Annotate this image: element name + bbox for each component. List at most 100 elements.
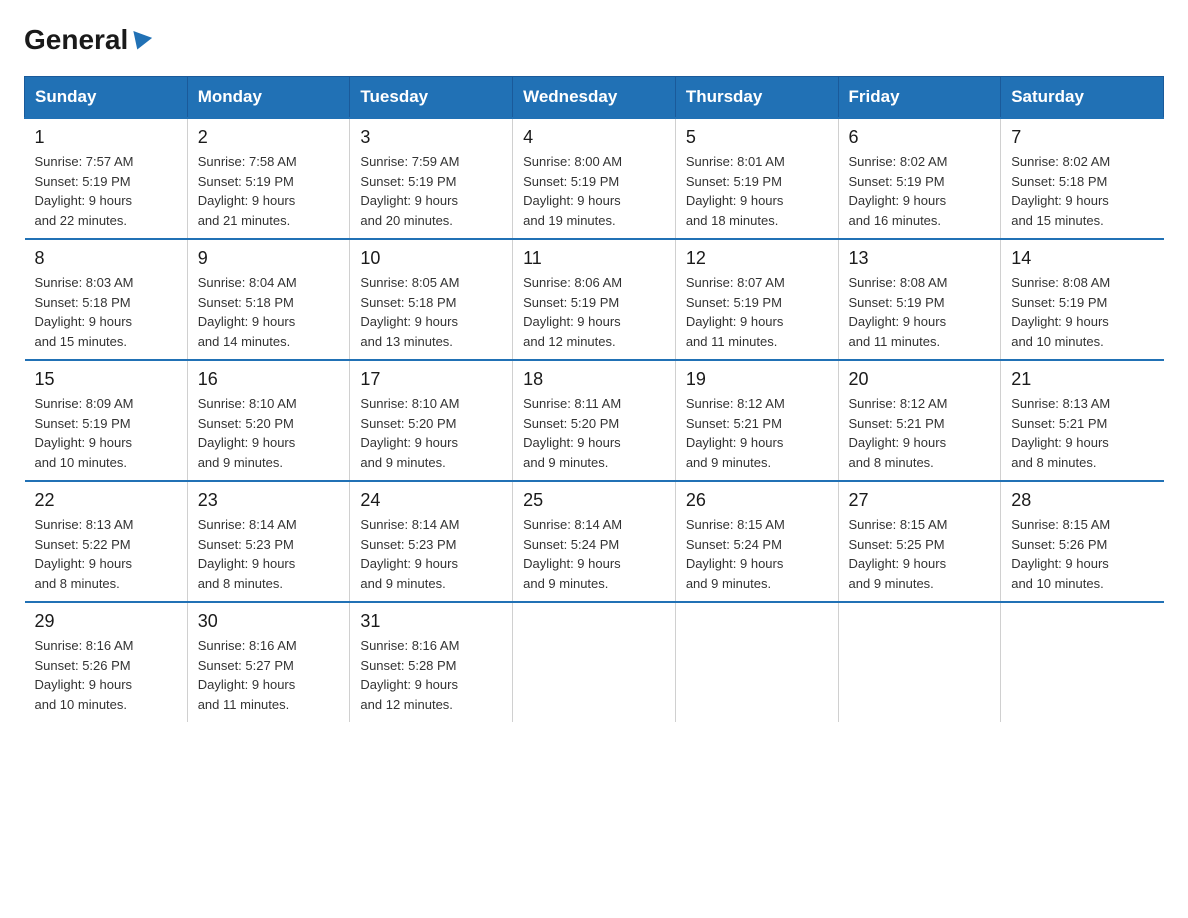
header-day-wednesday: Wednesday (513, 77, 676, 119)
calendar-week-row: 8 Sunrise: 8:03 AMSunset: 5:18 PMDayligh… (25, 239, 1164, 360)
calendar-cell: 16 Sunrise: 8:10 AMSunset: 5:20 PMDaylig… (187, 360, 350, 481)
day-info: Sunrise: 8:10 AMSunset: 5:20 PMDaylight:… (360, 396, 459, 470)
calendar-table: SundayMondayTuesdayWednesdayThursdayFrid… (24, 76, 1164, 722)
calendar-cell: 5 Sunrise: 8:01 AMSunset: 5:19 PMDayligh… (675, 118, 838, 239)
header-day-monday: Monday (187, 77, 350, 119)
day-number: 18 (523, 369, 665, 390)
day-info: Sunrise: 8:16 AMSunset: 5:26 PMDaylight:… (35, 638, 134, 712)
day-number: 2 (198, 127, 340, 148)
day-info: Sunrise: 7:59 AMSunset: 5:19 PMDaylight:… (360, 154, 459, 228)
day-number: 20 (849, 369, 991, 390)
calendar-cell: 18 Sunrise: 8:11 AMSunset: 5:20 PMDaylig… (513, 360, 676, 481)
calendar-cell: 6 Sunrise: 8:02 AMSunset: 5:19 PMDayligh… (838, 118, 1001, 239)
calendar-week-row: 15 Sunrise: 8:09 AMSunset: 5:19 PMDaylig… (25, 360, 1164, 481)
day-info: Sunrise: 8:14 AMSunset: 5:24 PMDaylight:… (523, 517, 622, 591)
calendar-cell: 10 Sunrise: 8:05 AMSunset: 5:18 PMDaylig… (350, 239, 513, 360)
header-day-thursday: Thursday (675, 77, 838, 119)
day-info: Sunrise: 8:16 AMSunset: 5:27 PMDaylight:… (198, 638, 297, 712)
day-info: Sunrise: 8:03 AMSunset: 5:18 PMDaylight:… (35, 275, 134, 349)
day-number: 28 (1011, 490, 1153, 511)
day-number: 19 (686, 369, 828, 390)
day-number: 10 (360, 248, 502, 269)
day-info: Sunrise: 8:11 AMSunset: 5:20 PMDaylight:… (523, 396, 621, 470)
calendar-cell: 22 Sunrise: 8:13 AMSunset: 5:22 PMDaylig… (25, 481, 188, 602)
day-number: 5 (686, 127, 828, 148)
day-number: 31 (360, 611, 502, 632)
day-info: Sunrise: 8:14 AMSunset: 5:23 PMDaylight:… (198, 517, 297, 591)
calendar-cell: 20 Sunrise: 8:12 AMSunset: 5:21 PMDaylig… (838, 360, 1001, 481)
day-info: Sunrise: 8:08 AMSunset: 5:19 PMDaylight:… (1011, 275, 1110, 349)
logo-general-text: General (24, 24, 128, 56)
calendar-cell: 27 Sunrise: 8:15 AMSunset: 5:25 PMDaylig… (838, 481, 1001, 602)
day-info: Sunrise: 8:15 AMSunset: 5:24 PMDaylight:… (686, 517, 785, 591)
logo-text: General (24, 24, 150, 56)
header-day-friday: Friday (838, 77, 1001, 119)
header-day-tuesday: Tuesday (350, 77, 513, 119)
day-info: Sunrise: 8:10 AMSunset: 5:20 PMDaylight:… (198, 396, 297, 470)
day-number: 22 (35, 490, 177, 511)
calendar-cell: 29 Sunrise: 8:16 AMSunset: 5:26 PMDaylig… (25, 602, 188, 722)
header-day-saturday: Saturday (1001, 77, 1164, 119)
calendar-cell: 17 Sunrise: 8:10 AMSunset: 5:20 PMDaylig… (350, 360, 513, 481)
day-info: Sunrise: 8:01 AMSunset: 5:19 PMDaylight:… (686, 154, 785, 228)
day-info: Sunrise: 8:05 AMSunset: 5:18 PMDaylight:… (360, 275, 459, 349)
day-number: 12 (686, 248, 828, 269)
day-number: 11 (523, 248, 665, 269)
calendar-cell: 8 Sunrise: 8:03 AMSunset: 5:18 PMDayligh… (25, 239, 188, 360)
logo: General (24, 24, 150, 56)
day-number: 27 (849, 490, 991, 511)
calendar-cell: 23 Sunrise: 8:14 AMSunset: 5:23 PMDaylig… (187, 481, 350, 602)
day-number: 6 (849, 127, 991, 148)
calendar-cell: 15 Sunrise: 8:09 AMSunset: 5:19 PMDaylig… (25, 360, 188, 481)
day-number: 3 (360, 127, 502, 148)
logo-triangle-icon (128, 31, 152, 53)
day-number: 24 (360, 490, 502, 511)
day-info: Sunrise: 8:12 AMSunset: 5:21 PMDaylight:… (686, 396, 785, 470)
day-info: Sunrise: 8:08 AMSunset: 5:19 PMDaylight:… (849, 275, 948, 349)
day-number: 4 (523, 127, 665, 148)
day-number: 30 (198, 611, 340, 632)
day-info: Sunrise: 8:07 AMSunset: 5:19 PMDaylight:… (686, 275, 785, 349)
calendar-cell: 12 Sunrise: 8:07 AMSunset: 5:19 PMDaylig… (675, 239, 838, 360)
day-number: 8 (35, 248, 177, 269)
day-info: Sunrise: 7:58 AMSunset: 5:19 PMDaylight:… (198, 154, 297, 228)
calendar-cell: 3 Sunrise: 7:59 AMSunset: 5:19 PMDayligh… (350, 118, 513, 239)
day-info: Sunrise: 8:02 AMSunset: 5:18 PMDaylight:… (1011, 154, 1110, 228)
day-info: Sunrise: 8:00 AMSunset: 5:19 PMDaylight:… (523, 154, 622, 228)
calendar-header-row: SundayMondayTuesdayWednesdayThursdayFrid… (25, 77, 1164, 119)
day-info: Sunrise: 7:57 AMSunset: 5:19 PMDaylight:… (35, 154, 134, 228)
day-info: Sunrise: 8:02 AMSunset: 5:19 PMDaylight:… (849, 154, 948, 228)
calendar-week-row: 29 Sunrise: 8:16 AMSunset: 5:26 PMDaylig… (25, 602, 1164, 722)
day-info: Sunrise: 8:09 AMSunset: 5:19 PMDaylight:… (35, 396, 134, 470)
calendar-cell: 7 Sunrise: 8:02 AMSunset: 5:18 PMDayligh… (1001, 118, 1164, 239)
calendar-cell: 24 Sunrise: 8:14 AMSunset: 5:23 PMDaylig… (350, 481, 513, 602)
calendar-cell: 31 Sunrise: 8:16 AMSunset: 5:28 PMDaylig… (350, 602, 513, 722)
day-number: 23 (198, 490, 340, 511)
day-number: 13 (849, 248, 991, 269)
day-number: 17 (360, 369, 502, 390)
calendar-cell: 11 Sunrise: 8:06 AMSunset: 5:19 PMDaylig… (513, 239, 676, 360)
day-number: 16 (198, 369, 340, 390)
calendar-cell: 30 Sunrise: 8:16 AMSunset: 5:27 PMDaylig… (187, 602, 350, 722)
calendar-cell: 26 Sunrise: 8:15 AMSunset: 5:24 PMDaylig… (675, 481, 838, 602)
day-number: 21 (1011, 369, 1153, 390)
day-number: 14 (1011, 248, 1153, 269)
header-day-sunday: Sunday (25, 77, 188, 119)
day-number: 1 (35, 127, 177, 148)
calendar-cell: 1 Sunrise: 7:57 AMSunset: 5:19 PMDayligh… (25, 118, 188, 239)
day-info: Sunrise: 8:04 AMSunset: 5:18 PMDaylight:… (198, 275, 297, 349)
day-info: Sunrise: 8:13 AMSunset: 5:22 PMDaylight:… (35, 517, 134, 591)
day-info: Sunrise: 8:06 AMSunset: 5:19 PMDaylight:… (523, 275, 622, 349)
calendar-cell (1001, 602, 1164, 722)
calendar-cell: 13 Sunrise: 8:08 AMSunset: 5:19 PMDaylig… (838, 239, 1001, 360)
calendar-cell: 2 Sunrise: 7:58 AMSunset: 5:19 PMDayligh… (187, 118, 350, 239)
day-number: 25 (523, 490, 665, 511)
day-number: 26 (686, 490, 828, 511)
calendar-cell (513, 602, 676, 722)
day-info: Sunrise: 8:16 AMSunset: 5:28 PMDaylight:… (360, 638, 459, 712)
calendar-cell (838, 602, 1001, 722)
day-info: Sunrise: 8:15 AMSunset: 5:26 PMDaylight:… (1011, 517, 1110, 591)
calendar-cell: 9 Sunrise: 8:04 AMSunset: 5:18 PMDayligh… (187, 239, 350, 360)
day-info: Sunrise: 8:12 AMSunset: 5:21 PMDaylight:… (849, 396, 948, 470)
page-header: General (24, 24, 1164, 56)
